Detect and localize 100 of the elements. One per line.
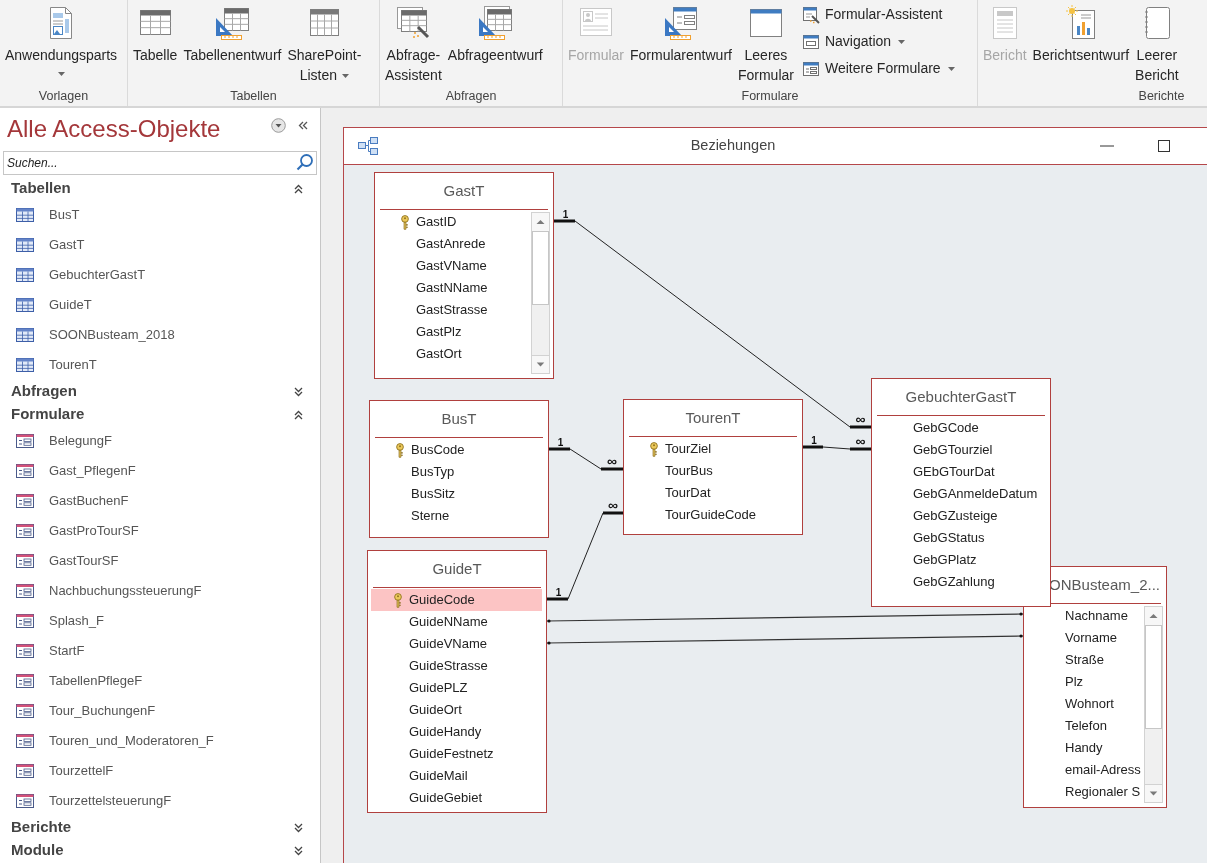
table-field[interactable]: TourGuideCode bbox=[627, 504, 798, 526]
table-field[interactable]: GuideNName bbox=[371, 611, 542, 633]
nav-item[interactable]: Gast_PflegenF bbox=[0, 456, 320, 486]
nav-item[interactable]: TourenT bbox=[0, 350, 320, 380]
cardinality-label: 1 bbox=[562, 209, 569, 220]
table-field[interactable]: GebGTourziel bbox=[875, 439, 1046, 461]
ribbon-button[interactable]: Tabelle bbox=[130, 3, 181, 65]
table-field[interactable]: GastVName bbox=[378, 255, 530, 277]
scroll-down-icon[interactable] bbox=[1145, 784, 1162, 802]
table-field[interactable]: GastAnrede bbox=[378, 233, 530, 255]
join-line[interactable] bbox=[546, 612, 1024, 623]
search-field[interactable]: Suchen... bbox=[3, 151, 317, 175]
table-field[interactable]: GuidePLZ bbox=[371, 677, 542, 699]
table-field[interactable]: GastStrasse bbox=[378, 299, 530, 321]
table-field[interactable]: GuideVName bbox=[371, 633, 542, 655]
table-field[interactable]: Vorname bbox=[1027, 627, 1143, 649]
table-field[interactable]: TourZiel bbox=[627, 438, 798, 460]
form-icon bbox=[16, 734, 34, 748]
group-header[interactable]: Berichte bbox=[0, 816, 320, 839]
maximize-icon[interactable] bbox=[1158, 140, 1170, 152]
nav-item[interactable]: Splash_F bbox=[0, 606, 320, 636]
ribbon-button[interactable]: Berichtsentwurf bbox=[1029, 3, 1133, 65]
table-field[interactable]: Telefon bbox=[1027, 715, 1143, 737]
ribbon-button[interactable]: Tabellenentwurf bbox=[180, 3, 285, 65]
table-field[interactable]: BusSitz bbox=[373, 483, 544, 505]
nav-item[interactable]: GastBuchenF bbox=[0, 486, 320, 516]
table-field[interactable]: GebGZahlung bbox=[875, 571, 1046, 593]
nav-item[interactable]: GebuchterGastT bbox=[0, 260, 320, 290]
ribbon-button[interactable]: Anwendungsparts bbox=[2, 3, 121, 76]
nav-item[interactable]: BelegungF bbox=[0, 426, 320, 456]
table-field[interactable]: GebGCode bbox=[875, 417, 1046, 439]
table-field[interactable]: Handy bbox=[1027, 737, 1143, 759]
search-icon[interactable] bbox=[296, 153, 314, 171]
table-field[interactable]: Straße bbox=[1027, 649, 1143, 671]
table-field[interactable]: Plz bbox=[1027, 671, 1143, 693]
table-field[interactable]: GuideMail bbox=[371, 765, 542, 787]
table-field[interactable]: GuideGebiet bbox=[371, 787, 542, 809]
table-field[interactable]: Wohnort bbox=[1027, 693, 1143, 715]
relationship-line[interactable] bbox=[547, 511, 623, 601]
scroll-down-icon[interactable] bbox=[532, 355, 549, 373]
nav-item[interactable]: TourzettelsteuerungF bbox=[0, 786, 320, 816]
table-field[interactable]: GastPlz bbox=[378, 321, 530, 343]
table-field[interactable]: GuideCode bbox=[371, 589, 542, 611]
table-field[interactable]: GastID bbox=[378, 211, 530, 233]
scrollbar[interactable] bbox=[1144, 606, 1163, 803]
scrollbar-thumb[interactable] bbox=[1145, 625, 1162, 729]
table-field[interactable]: GuideHandy bbox=[371, 721, 542, 743]
scroll-up-icon[interactable] bbox=[532, 213, 549, 231]
nav-item[interactable]: GastT bbox=[0, 230, 320, 260]
nav-item[interactable]: Tour_BuchungenF bbox=[0, 696, 320, 726]
nav-item[interactable]: GastProTourSF bbox=[0, 516, 320, 546]
table-field[interactable]: email-Adress bbox=[1027, 759, 1143, 781]
ribbon-button[interactable]: Navigation bbox=[799, 28, 957, 55]
ribbon-button[interactable]: Formularentwurf bbox=[627, 3, 735, 65]
table-field[interactable]: TourBus bbox=[627, 460, 798, 482]
nav-item[interactable]: SOONBusteam_2018 bbox=[0, 320, 320, 350]
table-field[interactable]: GuideFestnetz bbox=[371, 743, 542, 765]
table-field[interactable]: GebGPlatz bbox=[875, 549, 1046, 571]
ribbon-button[interactable]: Weitere Formulare bbox=[799, 55, 957, 82]
ribbon-button[interactable]: Leeres Formular bbox=[734, 3, 797, 85]
table-field[interactable]: GebGAnmeldeDatum bbox=[875, 483, 1046, 505]
table-field[interactable]: GuideStrasse bbox=[371, 655, 542, 677]
nav-item[interactable]: TabellenPflegeF bbox=[0, 666, 320, 696]
table-field[interactable]: GebGZusteige bbox=[875, 505, 1046, 527]
ribbon-button[interactable]: Abfrageentwurf bbox=[444, 3, 546, 65]
scrollbar-thumb[interactable] bbox=[532, 231, 549, 305]
nav-item[interactable]: NachbuchungssteuerungF bbox=[0, 576, 320, 606]
ribbon-button[interactable]: Formular-Assistent bbox=[799, 1, 957, 28]
ribbon-button[interactable]: Abfrage- Assistent bbox=[382, 3, 445, 85]
table-icon bbox=[16, 358, 34, 372]
table-field[interactable]: BusTyp bbox=[373, 461, 544, 483]
nav-item[interactable]: GuideT bbox=[0, 290, 320, 320]
table-field[interactable]: Nachname bbox=[1027, 605, 1143, 627]
scrollbar[interactable] bbox=[531, 212, 550, 374]
double-chevron-left-icon[interactable] bbox=[298, 120, 308, 130]
table-field[interactable]: GebGStatus bbox=[875, 527, 1046, 549]
table-field[interactable]: GastOrt bbox=[378, 343, 530, 365]
join-line[interactable] bbox=[546, 634, 1024, 645]
ribbon-button[interactable]: Leerer Bericht bbox=[1132, 3, 1182, 85]
dropdown-circle-icon[interactable] bbox=[271, 117, 286, 133]
scroll-up-icon[interactable] bbox=[1145, 607, 1162, 625]
nav-item[interactable]: GastTourSF bbox=[0, 546, 320, 576]
table-field[interactable]: Regionaler S bbox=[1027, 781, 1143, 803]
relationship-line[interactable] bbox=[549, 447, 623, 471]
nav-item[interactable]: Touren_und_Moderatoren_F bbox=[0, 726, 320, 756]
group-header[interactable]: Abfragen bbox=[0, 380, 320, 403]
group-header[interactable]: Tabellen bbox=[0, 177, 320, 200]
group-header[interactable]: Module bbox=[0, 839, 320, 862]
nav-item[interactable]: TourzettelF bbox=[0, 756, 320, 786]
ribbon-button[interactable]: SharePoint- Listen bbox=[284, 3, 365, 85]
table-field[interactable]: TourDat bbox=[627, 482, 798, 504]
nav-item[interactable]: BusT bbox=[0, 200, 320, 230]
table-field[interactable]: GuideOrt bbox=[371, 699, 542, 721]
table-field[interactable]: GEbGTourDat bbox=[875, 461, 1046, 483]
group-header[interactable]: Formulare bbox=[0, 403, 320, 426]
relationship-line[interactable] bbox=[803, 445, 871, 451]
table-field[interactable]: Sterne bbox=[373, 505, 544, 527]
table-field[interactable]: BusCode bbox=[373, 439, 544, 461]
nav-item[interactable]: StartF bbox=[0, 636, 320, 666]
table-field[interactable]: GastNName bbox=[378, 277, 530, 299]
